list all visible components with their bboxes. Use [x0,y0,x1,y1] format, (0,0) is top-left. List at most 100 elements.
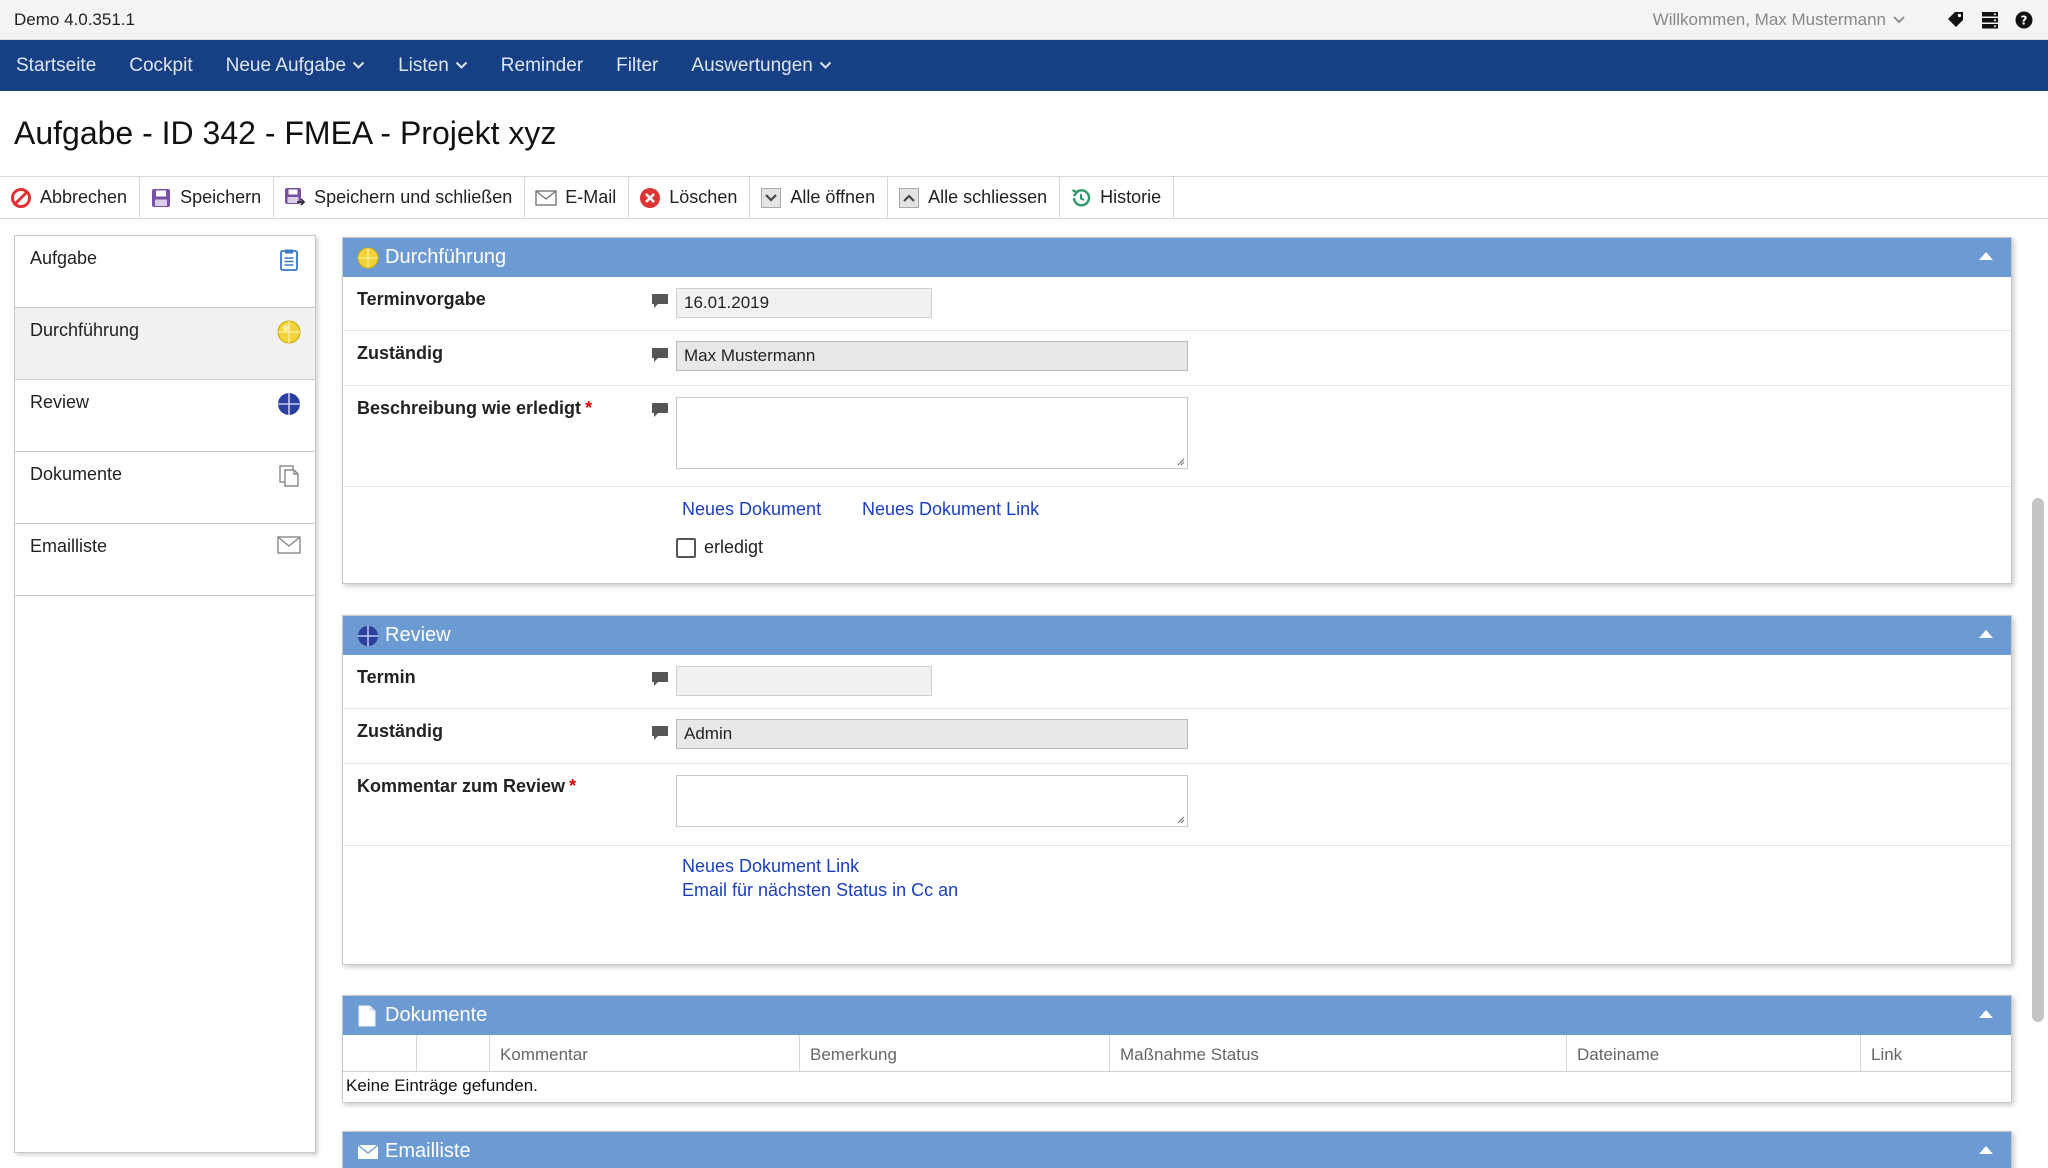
column-header[interactable] [417,1035,490,1071]
sidebar-item-dokumente[interactable]: Dokumente [15,452,315,524]
page-scrollbar[interactable] [2032,498,2044,1022]
close-all-label: Alle schliessen [928,187,1048,207]
column-header-kommentar[interactable]: Kommentar [490,1035,800,1071]
panel-title: Review [385,624,451,646]
column-header-dateiname[interactable]: Dateiname [1567,1035,1861,1071]
comment-icon[interactable] [651,347,669,363]
cancel-button[interactable]: Abbrechen [0,177,141,218]
top-bar: Demo 4.0.351.1 Willkommen, Max Musterman… [0,0,2048,40]
chevron-down-icon [1893,15,1905,23]
comment-icon[interactable] [651,293,669,309]
panel-durchfuehrung: Durchführung Terminvorgabe 16.01.2019 Zu… [342,237,2012,584]
clipboard-icon [277,248,301,272]
floppy-disk-icon [150,187,172,209]
panel-header-durchfuehrung[interactable]: Durchführung [343,238,2011,277]
field-beschreibung: Beschreibung wie erledigt * [343,386,2011,487]
save-label: Speichern [180,187,262,207]
comment-icon[interactable] [651,402,669,418]
collapse-icon[interactable] [1979,1010,1993,1018]
field-zustaendig: Zuständig Max Mustermann [343,331,2011,386]
column-header-bemerkung[interactable]: Bemerkung [800,1035,1110,1071]
delete-label: Löschen [669,187,738,207]
done-label: erledigt [704,537,764,557]
nav-listen-label: Listen [398,54,449,76]
sidebar-item-label: Review [30,392,90,412]
empty-table-message: Keine Einträge gefunden. [346,1076,538,1095]
resize-grip-icon[interactable] [1175,456,1185,466]
kommentar-textarea[interactable] [676,775,1188,827]
column-header-massnahme-status[interactable]: Maßnahme Status [1110,1035,1567,1071]
sidebar-item-label: Emailliste [30,536,108,556]
column-header[interactable] [343,1035,417,1071]
page-title: Aufgabe - ID 342 - FMEA - Projekt xyz [14,115,557,151]
panel-header-dokumente[interactable]: Dokumente [343,996,2011,1035]
field-terminvorgabe: Terminvorgabe 16.01.2019 [343,277,2011,331]
nav-cockpit[interactable]: Cockpit [129,55,192,77]
user-menu[interactable]: Willkommen, Max Mustermann [1653,10,1906,30]
panel-emailliste: Emailliste [342,1131,2012,1168]
sidebar-item-review[interactable]: Review [15,380,315,452]
nav-listen[interactable]: Listen [398,55,468,77]
email-label: E-Mail [565,187,617,207]
document-icon [357,1005,379,1027]
nav-filter[interactable]: Filter [616,55,658,77]
nav-auswertungen[interactable]: Auswertungen [691,54,832,77]
done-checkbox-row[interactable]: erledigt [676,537,763,558]
field-kommentar: Kommentar zum Review * [343,764,2011,846]
nav-reminder[interactable]: Reminder [501,55,583,77]
nav-neue-aufgabe[interactable]: Neue Aufgabe [226,55,365,77]
tag-icon[interactable] [1946,10,1966,30]
nav-auswertungen-label: Auswertungen [691,54,813,76]
new-document-link[interactable]: Neues Dokument [682,499,821,520]
sidebar-item-durchfuehrung[interactable]: Durchführung [15,308,315,380]
sidebar-item-label: Aufgabe [30,248,98,268]
collapse-icon[interactable] [1979,630,1993,638]
panel-header-emailliste[interactable]: Emailliste [343,1132,2011,1168]
review-zustaendig-input[interactable]: Admin [676,719,1188,749]
nav-neue-aufgabe-label: Neue Aufgabe [225,54,347,76]
terminvorgabe-input[interactable]: 16.01.2019 [676,288,932,318]
cancel-label: Abbrechen [40,187,128,207]
open-all-button[interactable]: Alle öffnen [750,177,889,218]
sidebar-item-aufgabe[interactable]: Aufgabe [15,236,315,308]
done-checkbox[interactable] [676,537,696,558]
close-all-button[interactable]: Alle schliessen [888,177,1061,218]
termin-input[interactable] [676,666,932,696]
cancel-icon [10,187,32,209]
email-cc-link[interactable]: Email für nächsten Status in Cc an [682,880,958,901]
collapse-icon[interactable] [1979,1146,1993,1154]
section-sidebar: Aufgabe Durchführung Review Dokumente Em… [14,235,316,1153]
expand-all-icon [760,187,782,209]
welcome-text: Willkommen, Max Mustermann [1652,9,1886,29]
help-icon[interactable]: ? [2014,10,2034,30]
delete-button[interactable]: Löschen [629,177,751,218]
chevron-down-icon [352,61,365,69]
new-document-link-link[interactable]: Neues Dokument Link [682,856,859,877]
new-document-link-link[interactable]: Neues Dokument Link [862,499,1039,520]
required-marker: * [585,398,593,418]
collapse-icon[interactable] [1979,252,1993,260]
server-icon[interactable] [1980,10,2000,30]
column-header-link[interactable]: Link [1861,1035,2011,1071]
field-label: Zuständig [357,721,443,741]
comment-icon[interactable] [651,725,669,741]
save-and-close-button[interactable]: Speichern und schließen [274,177,526,218]
panel-header-review[interactable]: Review [343,616,2011,655]
beschreibung-textarea[interactable] [676,397,1188,469]
sidebar-item-label: Dokumente [30,464,123,484]
panel-dokumente: Dokumente Kommentar Bemerkung Maßnahme S… [342,995,2012,1103]
chevron-down-icon [819,61,832,69]
envelope-icon [357,1141,379,1163]
history-button[interactable]: Historie [1060,177,1175,218]
documents-table-header: Kommentar Bemerkung Maßnahme Status Date… [343,1035,2011,1072]
email-button[interactable]: E-Mail [525,177,630,218]
sidebar-item-emailliste[interactable]: Emailliste [15,524,315,596]
comment-icon[interactable] [651,671,669,687]
save-button[interactable]: Speichern [140,177,275,218]
zustaendig-input[interactable]: Max Mustermann [676,341,1188,371]
nav-startseite[interactable]: Startseite [16,55,96,77]
field-label: Kommentar zum Review * [357,776,576,797]
collapse-all-icon [898,187,920,209]
resize-grip-icon[interactable] [1175,814,1185,824]
history-label: Historie [1100,187,1162,207]
